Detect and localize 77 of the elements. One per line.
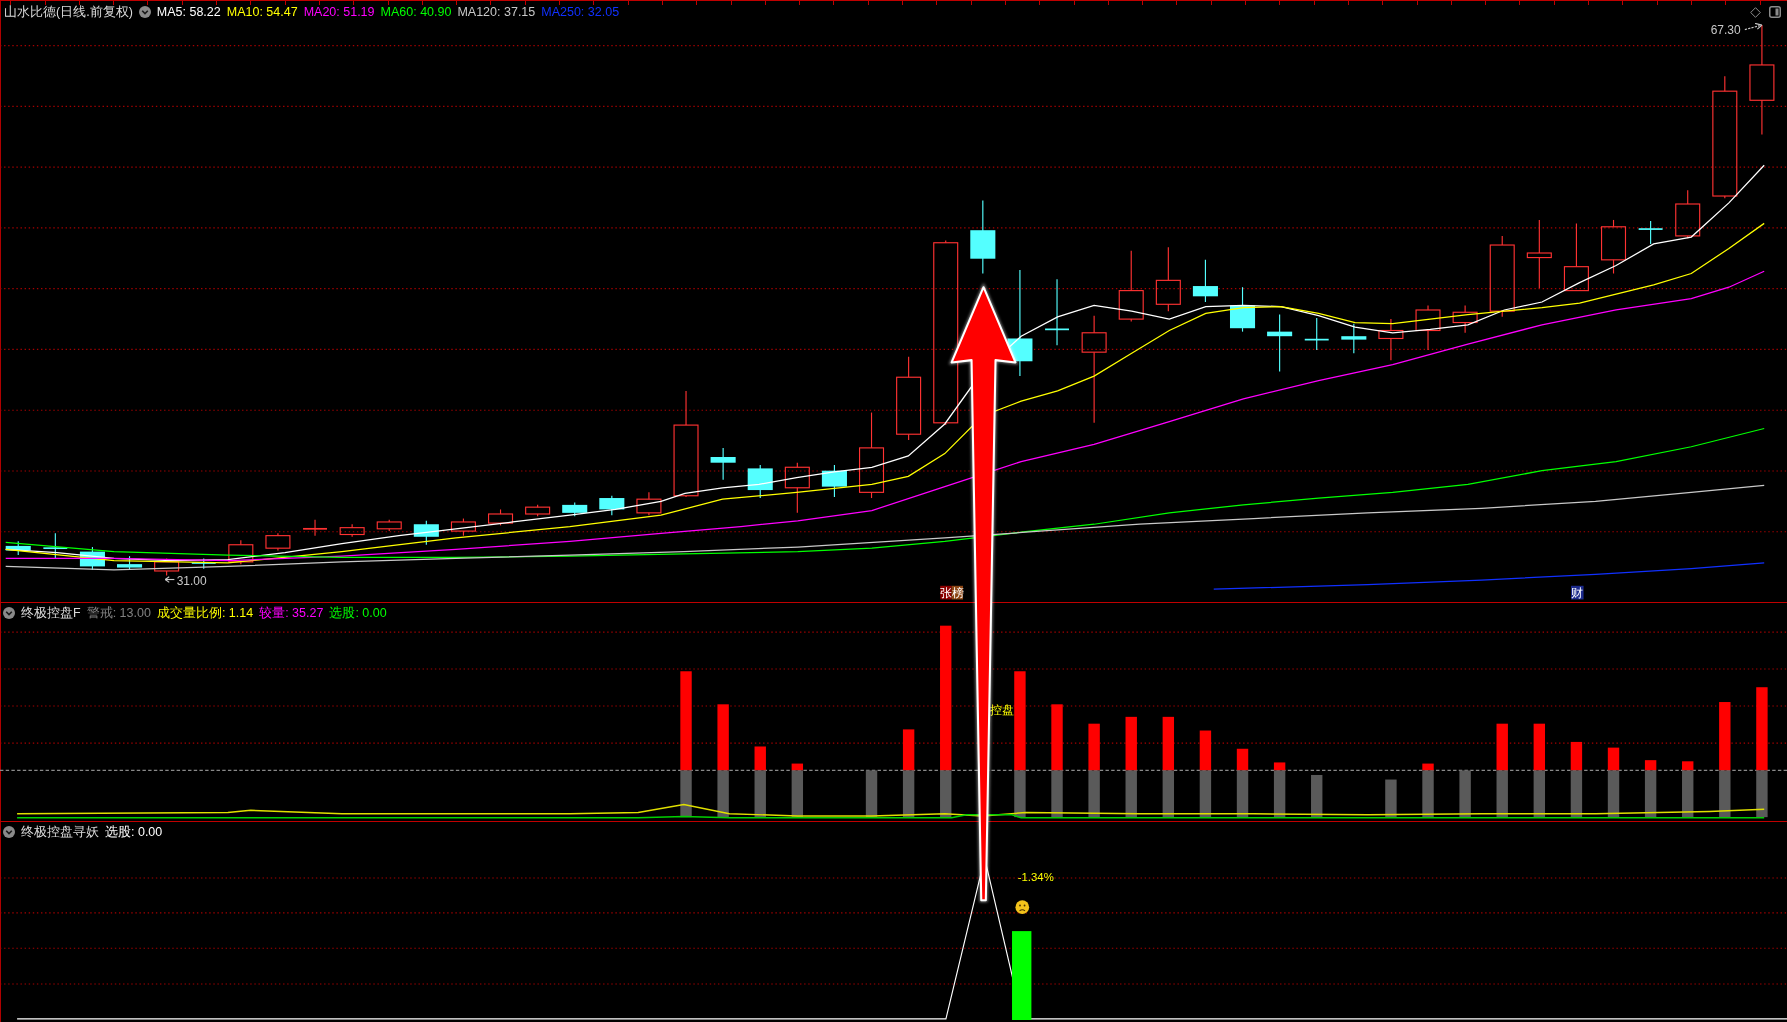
indicator-value: MA10: 54.47 bbox=[226, 5, 298, 19]
min-price-label: 31.00 bbox=[176, 573, 207, 588]
volume-bar bbox=[1682, 761, 1694, 818]
candlestick bbox=[376, 519, 402, 532]
candlestick bbox=[525, 504, 551, 517]
panel-title: 终极控盘F bbox=[21, 604, 81, 622]
candlestick bbox=[1303, 317, 1330, 351]
candlestick bbox=[42, 532, 69, 559]
candlestick bbox=[821, 464, 847, 498]
candlestick bbox=[1563, 222, 1589, 292]
volume-bar bbox=[1273, 762, 1286, 818]
volume-bar bbox=[1422, 763, 1434, 818]
candlestick bbox=[636, 491, 662, 516]
candlestick bbox=[747, 464, 773, 499]
candlestick bbox=[1192, 259, 1218, 303]
dropdown-icon[interactable] bbox=[3, 826, 15, 838]
volume-bar bbox=[754, 746, 766, 818]
candlestick bbox=[1378, 318, 1404, 361]
volume-bar bbox=[1607, 747, 1620, 818]
max-price-label: 67.30 bbox=[1710, 23, 1741, 37]
indicator-value: MA20: 51.19 bbox=[303, 5, 375, 19]
candlestick bbox=[1341, 323, 1367, 354]
volume-bar bbox=[1385, 779, 1397, 818]
candlestick bbox=[1601, 219, 1627, 275]
chart-title: 山水比德(日线.前复权) bbox=[4, 3, 133, 21]
candlestick bbox=[228, 539, 254, 565]
dropdown-icon[interactable] bbox=[138, 6, 151, 18]
candlestick bbox=[710, 447, 736, 481]
leader-arrow bbox=[164, 576, 175, 583]
indicator-value: 选股: 0.00 bbox=[329, 604, 387, 622]
candlestick bbox=[1044, 278, 1070, 346]
candlestick bbox=[1155, 246, 1181, 312]
candlestick bbox=[154, 557, 180, 577]
candlestick bbox=[5, 540, 31, 556]
candlestick bbox=[1452, 304, 1478, 334]
indicator-value: 成交量比例: 1.14 bbox=[156, 604, 254, 622]
indicator-value: 选股: 0.00 bbox=[105, 823, 163, 841]
event-marker[interactable]: 财 bbox=[1571, 585, 1584, 601]
candlestick bbox=[1637, 220, 1664, 245]
candlestick bbox=[265, 532, 291, 552]
indicator-value: 较量: 35.27 bbox=[259, 604, 324, 622]
panel-title: 终极控盘寻妖 bbox=[21, 823, 99, 841]
change-label: -1.34% bbox=[1017, 870, 1054, 883]
candlestick bbox=[599, 495, 625, 516]
leader-arrow bbox=[1744, 23, 1763, 31]
dropdown-icon[interactable] bbox=[3, 607, 15, 619]
candlestick bbox=[1230, 286, 1256, 333]
indicator-value: MA250: 32.05 bbox=[541, 5, 620, 19]
candlestick bbox=[302, 519, 328, 537]
volume-bar bbox=[1311, 774, 1323, 818]
sidebar-icon[interactable] bbox=[1769, 6, 1781, 18]
candlestick bbox=[339, 523, 365, 538]
sad-face-icon bbox=[1015, 900, 1030, 914]
candlestick bbox=[1415, 304, 1441, 351]
candlestick bbox=[562, 502, 588, 517]
candlestick bbox=[488, 508, 514, 526]
candlestick bbox=[117, 555, 143, 571]
indicator-value: MA120: 37.15 bbox=[457, 5, 536, 19]
volume-bar bbox=[865, 770, 878, 818]
indicator-value: MA5: 58.22 bbox=[156, 5, 221, 19]
indicator-value: MA60: 40.90 bbox=[380, 5, 452, 19]
candlestick bbox=[413, 520, 439, 546]
candlestick bbox=[1118, 250, 1144, 322]
candlestick bbox=[1526, 219, 1552, 289]
candlestick bbox=[190, 557, 217, 570]
diamond-icon[interactable] bbox=[1750, 6, 1761, 18]
volume-bar bbox=[1236, 748, 1249, 818]
candlestick bbox=[79, 546, 105, 571]
indicator-value: 警戒: 13.00 bbox=[86, 604, 151, 622]
volume-bar bbox=[1644, 760, 1657, 818]
volume-bar bbox=[1459, 770, 1471, 818]
volume-bar bbox=[791, 763, 804, 818]
candlestick bbox=[1675, 189, 1701, 239]
candlestick bbox=[784, 462, 810, 514]
candlestick bbox=[450, 517, 476, 537]
signal-label: 控盘 bbox=[989, 703, 1014, 716]
candlestick bbox=[1267, 314, 1293, 373]
